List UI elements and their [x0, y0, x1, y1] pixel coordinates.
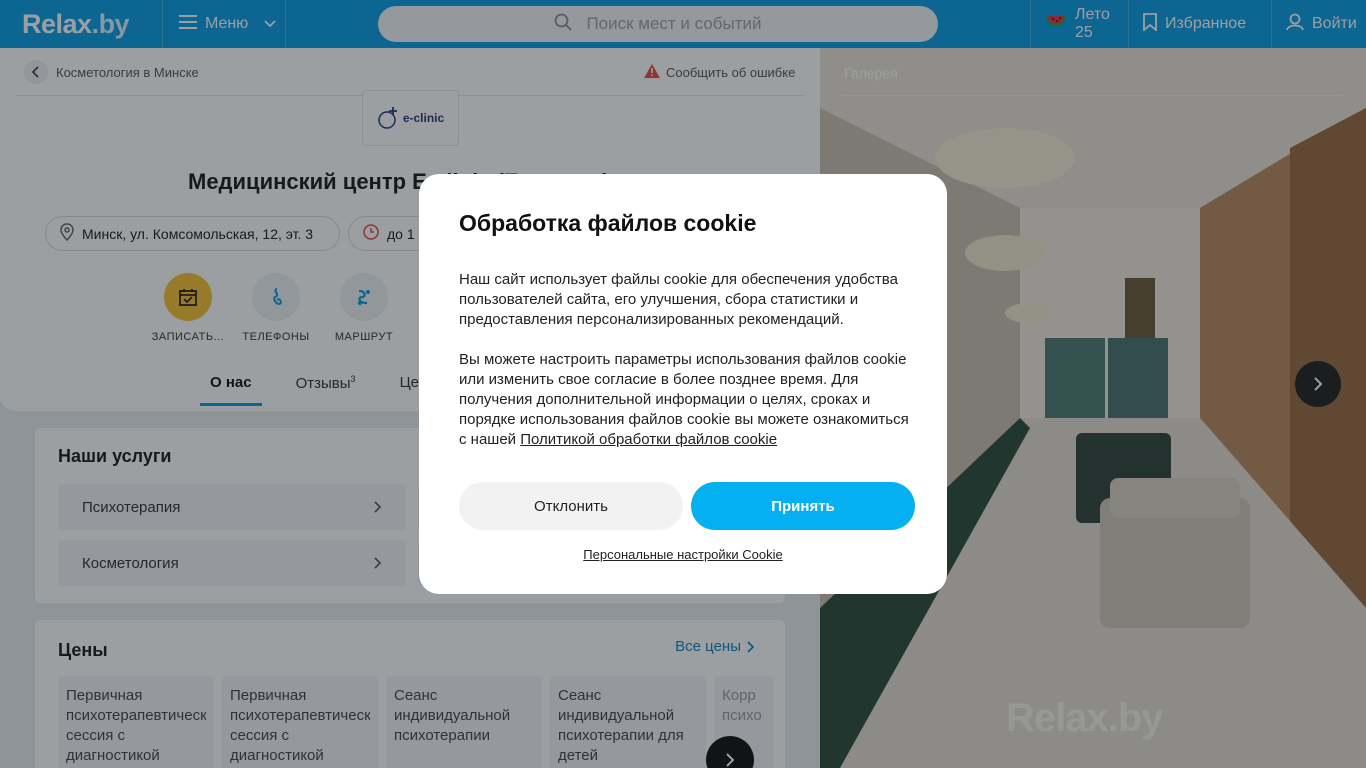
cookie-title: Обработка файлов cookie: [459, 210, 757, 236]
cookie-policy-link[interactable]: Политикой обработки файлов cookie: [520, 431, 777, 448]
personal-settings-link[interactable]: Персональные настройки Cookie: [419, 547, 947, 562]
decline-button[interactable]: Отклонить: [459, 482, 683, 530]
cookie-paragraph-2: Вы можете настроить параметры использова…: [459, 350, 919, 450]
accept-button[interactable]: Принять: [691, 482, 915, 530]
cookie-dialog: Обработка файлов cookie Наш сайт использ…: [419, 174, 947, 594]
cookie-paragraph-1: Наш сайт использует файлы cookie для обе…: [459, 271, 898, 328]
